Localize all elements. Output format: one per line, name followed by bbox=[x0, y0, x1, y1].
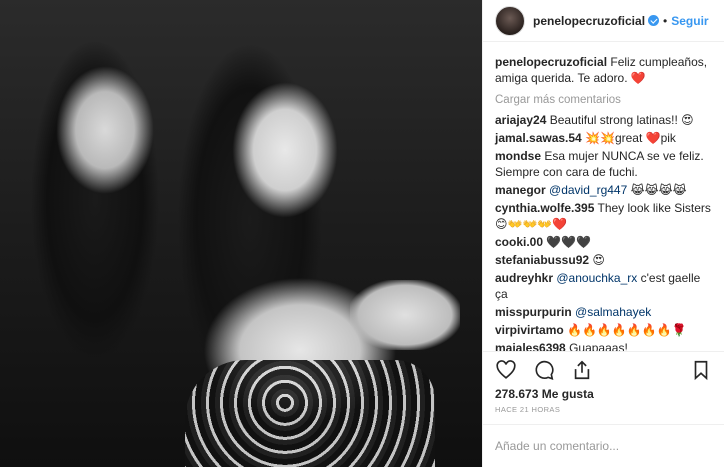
post-timestamp: HACE 21 HORAS bbox=[483, 401, 724, 425]
comment: jamal.sawas.54 💥💥great ❤️pik bbox=[495, 130, 712, 146]
comment-username[interactable]: manegor bbox=[495, 183, 546, 197]
comment-username[interactable]: mondse bbox=[495, 149, 541, 163]
comment-username[interactable]: stefaniabussu92 bbox=[495, 253, 589, 267]
comment-username[interactable]: majales6398 bbox=[495, 341, 566, 351]
comment: virpivirtamo 🔥🔥🔥🔥🔥🔥🔥🌹 bbox=[495, 322, 712, 338]
verified-badge-icon bbox=[648, 15, 660, 26]
comment-text: 😍 bbox=[592, 253, 605, 267]
likes-label: Me gusta bbox=[541, 387, 594, 401]
comment-mention[interactable]: @salmahayek bbox=[575, 305, 651, 319]
comment-username[interactable]: ariajay24 bbox=[495, 113, 546, 127]
follow-button[interactable]: Seguir bbox=[671, 14, 708, 28]
likes-number: 278.673 bbox=[495, 387, 539, 401]
comment-text: 🖤🖤🖤 bbox=[546, 235, 592, 249]
comment: cooki.00 🖤🖤🖤 bbox=[495, 234, 712, 250]
post-sidebar: penelopecruzoficial • Seguir penelopecru… bbox=[482, 0, 724, 467]
action-bar bbox=[483, 351, 724, 387]
comment-username[interactable]: misspurpurin bbox=[495, 305, 572, 319]
comment: mondse Esa mujer NUNCA se ve feliz. Siem… bbox=[495, 148, 712, 180]
comment-input[interactable] bbox=[495, 439, 712, 453]
comment-text: 🔥🔥🔥🔥🔥🔥🔥🌹 bbox=[567, 323, 687, 337]
bookmark-icon[interactable] bbox=[690, 359, 712, 381]
add-comment-section bbox=[483, 425, 724, 467]
avatar[interactable] bbox=[495, 5, 525, 36]
comment-icon[interactable] bbox=[533, 359, 555, 381]
comment-mention[interactable]: @anouchka_rx bbox=[556, 271, 637, 285]
header-username[interactable]: penelopecruzoficial bbox=[533, 14, 645, 28]
comment: cynthia.wolfe.395 They look like Sisters… bbox=[495, 200, 712, 232]
comment-text: Guapaaas! bbox=[569, 341, 628, 351]
caption: penelopecruzoficial Feliz cumpleaños, am… bbox=[495, 54, 712, 86]
comment: audreyhkr @anouchka_rx c'est gaelle ça bbox=[495, 270, 712, 302]
comment-username[interactable]: cooki.00 bbox=[495, 235, 543, 249]
comment-username[interactable]: virpivirtamo bbox=[495, 323, 564, 337]
header-separator: • bbox=[663, 13, 668, 28]
comments-list[interactable]: penelopecruzoficial Feliz cumpleaños, am… bbox=[483, 42, 724, 351]
photo-detail-dress bbox=[185, 360, 435, 467]
comment: stefaniabussu92 😍 bbox=[495, 252, 712, 268]
post-header: penelopecruzoficial • Seguir bbox=[483, 0, 724, 42]
comment: manegor @david_rg447 😹😹😹😹 bbox=[495, 182, 712, 198]
comment: misspurpurin @salmahayek bbox=[495, 304, 712, 320]
comment-username[interactable]: audreyhkr bbox=[495, 271, 553, 285]
instagram-post: penelopecruzoficial • Seguir penelopecru… bbox=[0, 0, 724, 467]
comment-username[interactable]: jamal.sawas.54 bbox=[495, 131, 582, 145]
caption-username[interactable]: penelopecruzoficial bbox=[495, 55, 607, 69]
comment-mention[interactable]: @david_rg447 bbox=[549, 183, 627, 197]
comment-text: 💥💥great ❤️pik bbox=[585, 131, 676, 145]
comment: ariajay24 Beautiful strong latinas!! 😍 bbox=[495, 112, 712, 128]
comment-text: 😹😹😹😹 bbox=[630, 183, 687, 197]
photo-detail-hand bbox=[350, 280, 460, 350]
likes-count[interactable]: 278.673 Me gusta bbox=[483, 387, 724, 401]
comment-username[interactable]: cynthia.wolfe.395 bbox=[495, 201, 594, 215]
comment: majales6398 Guapaaas! bbox=[495, 340, 712, 351]
load-more-comments-button[interactable]: Cargar más comentarios bbox=[495, 94, 712, 106]
comment-text: Beautiful strong latinas!! 😍 bbox=[549, 113, 694, 127]
post-photo[interactable] bbox=[0, 0, 482, 467]
heart-icon[interactable] bbox=[495, 359, 517, 381]
share-icon[interactable] bbox=[571, 359, 593, 381]
